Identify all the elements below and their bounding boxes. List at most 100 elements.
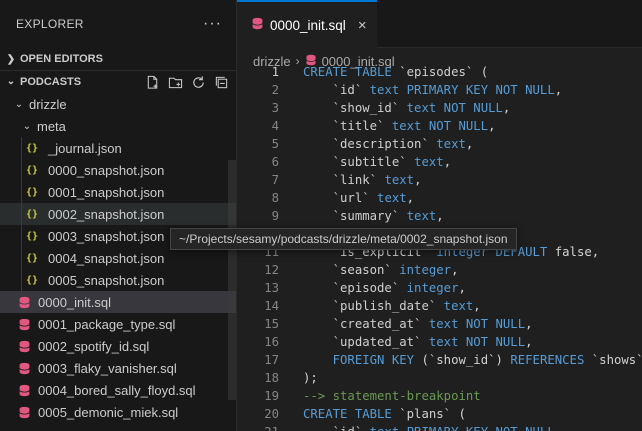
sidebar-scrollbar[interactable] [228,160,236,400]
code-text: FOREIGN KEY (`show_id`) REFERENCES `show… [303,353,642,367]
explorer-title: EXPLORER [16,17,84,31]
code-line[interactable]: 19 --> statement-breakpoint [237,387,642,405]
code-text: `subtitle` text, [303,155,451,169]
indent-guide [21,269,22,291]
tree-file-sql-selected[interactable]: 0000_init.sql [0,291,236,313]
tree-file-json[interactable]: {} 0000_snapshot.json [0,159,236,181]
tree-file-json-hovered[interactable]: {} 0002_snapshot.json [0,203,236,225]
line-number: 16 [264,335,279,349]
code-token: ( [473,65,489,79]
code-line[interactable]: 15 `created_at` text NOT NULL, [237,315,642,333]
file-label: 0004_bored_sally_floyd.sql [38,382,196,398]
code-token: `show_id` [303,101,407,115]
tab-0000-init-sql[interactable]: 0000_init.sql × [237,0,377,48]
code-line[interactable]: 2 `id` text PRIMARY KEY NOT NULL, [237,81,642,99]
line-number: 5 [271,137,279,151]
code-text: ); [303,371,318,385]
workspace-section[interactable]: ⌄ PODCASTS [0,70,236,92]
code-token: text NOT NULL [406,101,503,115]
tree-file-sql[interactable]: 0002_spotify_id.sql [0,335,236,357]
database-icon [18,318,34,331]
open-editors-section[interactable]: ❯ OPEN EDITORS [0,48,236,70]
code-line[interactable]: 1 CREATE TABLE `episodes` ( [237,63,642,81]
file-label: 0002_snapshot.json [48,206,165,222]
code-line[interactable]: 18); [237,369,642,387]
code-token: , [525,317,533,331]
chevron-down-icon: ⌄ [14,98,24,110]
file-label: 0005_snapshot.json [48,272,165,288]
code-line[interactable]: 3 `show_id` text NOT NULL, [237,99,642,117]
database-icon [18,296,34,309]
code-line[interactable]: 6 `subtitle` text, [237,153,642,171]
code-token: , [525,335,533,349]
code-token: integer [399,263,452,277]
json-file-icon: {} [26,274,39,286]
code-token: text [436,137,466,151]
refresh-icon[interactable] [190,74,207,91]
tree-file-json[interactable]: {} 0004_snapshot.json [0,247,236,269]
workspace-label: PODCASTS [20,75,82,88]
code-token: `updated_at` [303,335,429,349]
line-number: 20 [264,407,279,421]
indent-guide [21,159,22,181]
collapse-all-icon[interactable] [213,74,230,91]
tree-file-json[interactable]: {} _journal.json [0,137,236,159]
code-line[interactable]: 20 CREATE TABLE `plans` ( [237,405,642,423]
code-line[interactable]: 9 `summary` text, [237,207,642,225]
file-label: _journal.json [48,140,122,156]
code-token: text [377,191,407,205]
tree-folder-meta[interactable]: ⌄ meta [0,115,236,137]
json-file-icon: {} [26,208,39,220]
code-token: integer [406,281,459,295]
line-number: 12 [264,263,279,277]
code-line[interactable]: 12 `season` integer, [237,261,642,279]
close-icon[interactable]: × [358,17,367,34]
file-label: 0001_package_type.sql [38,316,176,332]
code-token: text PRIMARY KEY NOT NULL [369,83,555,97]
tree-file-sql[interactable]: 0004_bored_sally_floyd.sql [0,379,236,401]
code-line[interactable]: 21 `id` text PRIMARY KEY NOT NULL [237,423,642,431]
code-token: , [406,191,415,205]
file-label: 0002_spotify_id.sql [38,338,150,354]
file-tree: ⌄ drizzle ⌄ meta {} _journal.json {} 000… [0,93,236,423]
line-number: 3 [271,101,279,115]
code-token: , [443,155,452,169]
code-token: text NOT NULL [428,317,526,331]
code-token: text [443,299,474,313]
tree-folder-drizzle[interactable]: ⌄ drizzle [0,93,236,115]
code-token: `show_id` [428,353,496,367]
code-line[interactable]: 5 `description` text, [237,135,642,153]
code-line[interactable]: 13 `episode` integer, [237,279,642,297]
json-file-icon: {} [26,164,39,176]
code-token: text [384,173,415,187]
code-line[interactable]: 7 `link` text, [237,171,642,189]
code-token: text [414,155,444,169]
code-line[interactable]: 14 `publish_date` text, [237,297,642,315]
explorer-sidebar: EXPLORER ··· ❯ OPEN EDITORS ⌄ PODCASTS ⌄… [0,0,237,431]
code-token: , [436,209,444,223]
code-token: text PRIMARY KEY NOT NULL [370,425,555,431]
tree-file-json[interactable]: {} 0005_snapshot.json [0,269,236,291]
code-token: CREATE TABLE [303,407,400,421]
code-line[interactable]: 8 `url` text, [237,189,642,207]
code-line[interactable]: 4 `title` text NOT NULL, [237,117,642,135]
file-label: 0003_flaky_vanisher.sql [38,360,177,376]
more-actions-icon[interactable]: ··· [203,15,222,33]
code-text: --> statement-breakpoint [303,389,481,403]
code-line[interactable]: 16 `updated_at` text NOT NULL, [237,333,642,351]
line-number: 14 [264,299,279,313]
code-token: ) [495,353,511,367]
new-file-icon[interactable] [144,74,161,91]
code-token: `episode` [303,281,407,295]
tree-file-sql[interactable]: 0003_flaky_vanisher.sql [0,357,236,379]
tree-file-sql[interactable]: 0005_demonic_miek.sql [0,401,236,423]
code-token: FOREIGN KEY [303,353,422,367]
indent-guide [21,203,22,225]
new-folder-icon[interactable] [167,74,184,91]
tree-file-json[interactable]: {} 0001_snapshot.json [0,181,236,203]
tree-file-sql[interactable]: 0001_package_type.sql [0,313,236,335]
line-number: 8 [271,191,279,205]
line-number: 15 [264,317,279,331]
code-token: `shows` [591,353,642,367]
code-line[interactable]: 17 FOREIGN KEY (`show_id`) REFERENCES `s… [237,351,642,369]
